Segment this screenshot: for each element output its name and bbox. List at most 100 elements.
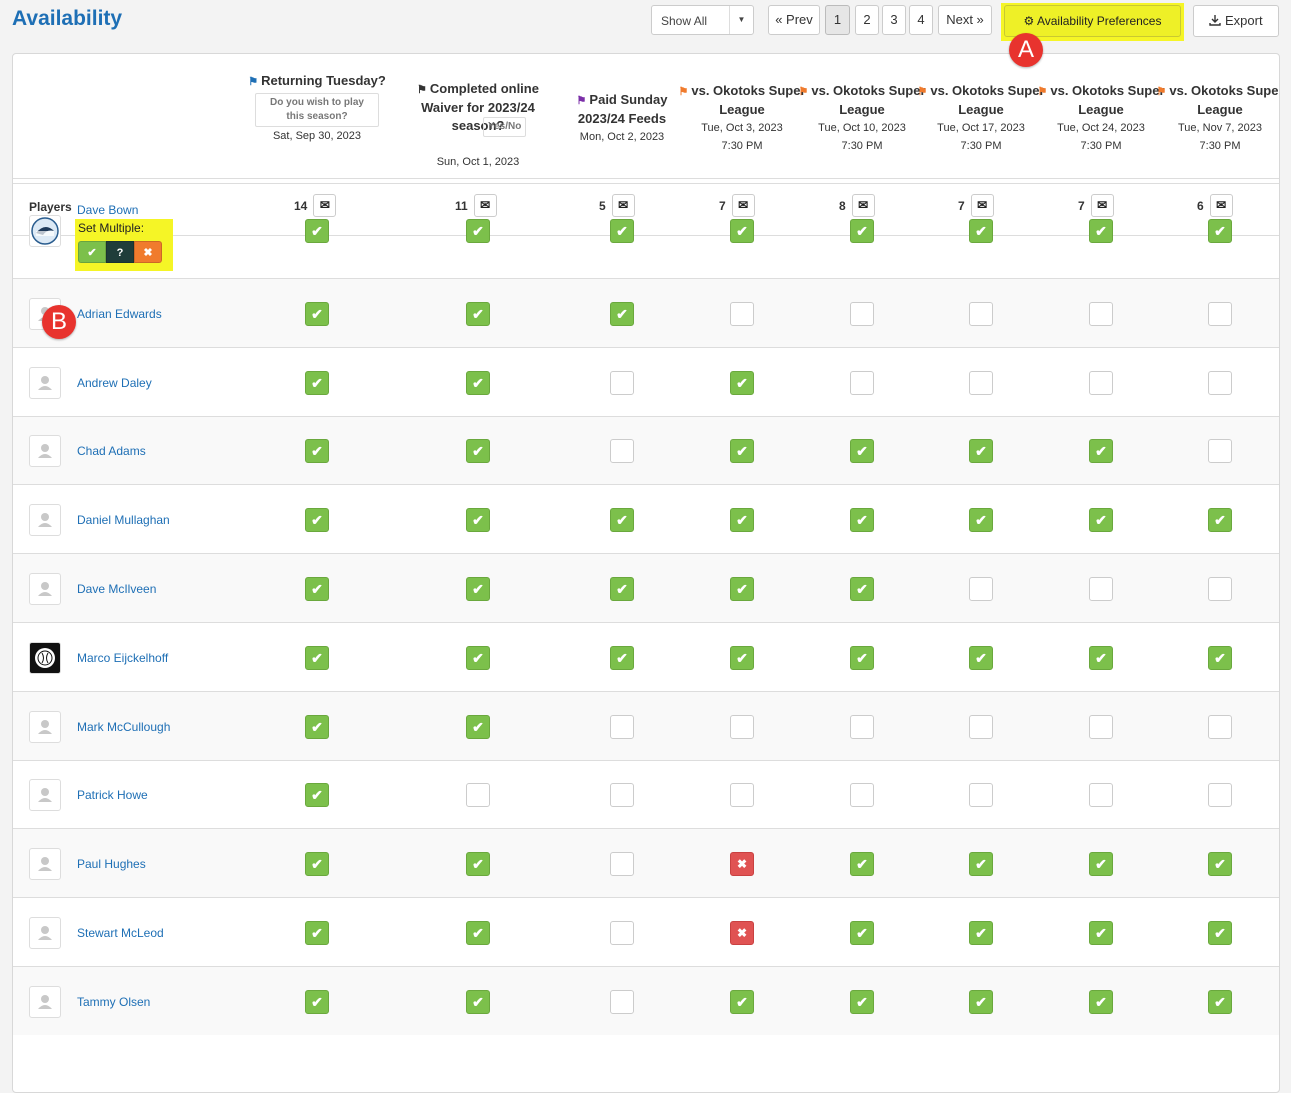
availability-checkbox-empty[interactable] <box>1208 577 1232 601</box>
availability-checkbox-checked[interactable]: ✔ <box>730 508 754 532</box>
availability-checkbox-checked[interactable]: ✔ <box>1089 439 1113 463</box>
availability-checkbox-checked[interactable]: ✔ <box>969 219 993 243</box>
player-name-link[interactable]: Paul Hughes <box>77 857 146 871</box>
availability-checkbox-checked[interactable]: ✔ <box>305 990 329 1014</box>
availability-checkbox-empty[interactable] <box>1208 439 1232 463</box>
availability-checkbox-checked[interactable]: ✔ <box>730 577 754 601</box>
availability-checkbox-checked[interactable]: ✔ <box>305 646 329 670</box>
availability-checkbox-empty[interactable] <box>1208 371 1232 395</box>
prev-page-button[interactable]: « Prev <box>768 5 820 35</box>
availability-checkbox-empty[interactable] <box>850 302 874 326</box>
availability-checkbox-empty[interactable] <box>1208 302 1232 326</box>
availability-checkbox-checked[interactable]: ✔ <box>610 646 634 670</box>
availability-preferences-button[interactable]: ⚙ Availability Preferences <box>1004 5 1181 37</box>
availability-checkbox-empty[interactable] <box>1089 715 1113 739</box>
availability-checkbox-checked[interactable]: ✔ <box>305 852 329 876</box>
player-name-link[interactable]: Marco Eijckelhoff <box>77 651 168 665</box>
availability-checkbox-checked[interactable]: ✔ <box>466 371 490 395</box>
availability-checkbox-checked[interactable]: ✔ <box>305 783 329 807</box>
availability-checkbox-empty[interactable] <box>969 715 993 739</box>
player-name-link[interactable]: Andrew Daley <box>77 376 152 390</box>
availability-checkbox-empty[interactable] <box>850 371 874 395</box>
availability-checkbox-empty[interactable] <box>1089 371 1113 395</box>
player-name-link[interactable]: Tammy Olsen <box>77 995 150 1009</box>
next-page-button[interactable]: Next » <box>938 5 992 35</box>
availability-checkbox-checked[interactable]: ✔ <box>850 646 874 670</box>
availability-checkbox-empty[interactable] <box>1089 577 1113 601</box>
availability-checkbox-checked[interactable]: ✔ <box>466 508 490 532</box>
availability-checkbox-checked[interactable]: ✔ <box>466 577 490 601</box>
availability-checkbox-checked[interactable]: ✔ <box>466 715 490 739</box>
availability-checkbox-empty[interactable] <box>969 577 993 601</box>
availability-checkbox-checked[interactable]: ✔ <box>466 921 490 945</box>
availability-checkbox-checked[interactable]: ✔ <box>1208 508 1232 532</box>
availability-checkbox-empty[interactable] <box>1208 715 1232 739</box>
availability-checkbox-checked[interactable]: ✔ <box>850 508 874 532</box>
availability-checkbox-checked[interactable]: ✔ <box>850 852 874 876</box>
availability-checkbox-checked[interactable]: ✔ <box>305 921 329 945</box>
player-name-link[interactable]: Stewart McLeod <box>77 926 164 940</box>
availability-checkbox-empty[interactable] <box>730 715 754 739</box>
availability-checkbox-checked[interactable]: ✔ <box>850 921 874 945</box>
player-name-link[interactable]: Patrick Howe <box>77 788 148 802</box>
availability-checkbox-checked[interactable]: ✔ <box>1208 646 1232 670</box>
availability-checkbox-checked[interactable]: ✔ <box>1208 852 1232 876</box>
availability-checkbox-empty[interactable] <box>730 783 754 807</box>
availability-checkbox-checked[interactable]: ✔ <box>969 852 993 876</box>
availability-checkbox-checked[interactable]: ✔ <box>969 921 993 945</box>
availability-checkbox-checked[interactable]: ✔ <box>466 852 490 876</box>
availability-checkbox-empty[interactable] <box>466 783 490 807</box>
availability-checkbox-checked[interactable]: ✔ <box>466 646 490 670</box>
availability-checkbox-checked[interactable]: ✔ <box>466 990 490 1014</box>
availability-checkbox-checked[interactable]: ✔ <box>969 646 993 670</box>
player-name-link[interactable]: Dave Bown <box>77 203 138 217</box>
availability-checkbox-checked[interactable]: ✔ <box>610 577 634 601</box>
availability-checkbox-checked[interactable]: ✔ <box>1089 990 1113 1014</box>
availability-checkbox-empty[interactable] <box>610 990 634 1014</box>
availability-checkbox-empty[interactable] <box>850 715 874 739</box>
availability-checkbox-checked[interactable]: ✔ <box>969 990 993 1014</box>
player-name-link[interactable]: Mark McCullough <box>77 720 170 734</box>
availability-checkbox-empty[interactable] <box>610 783 634 807</box>
availability-checkbox-checked[interactable]: ✔ <box>1089 646 1113 670</box>
filter-select[interactable]: Show All ▼ <box>651 5 754 35</box>
availability-checkbox-checked[interactable]: ✔ <box>1208 219 1232 243</box>
availability-checkbox-checked[interactable]: ✔ <box>466 439 490 463</box>
availability-checkbox-empty[interactable] <box>969 302 993 326</box>
availability-checkbox-checked[interactable]: ✔ <box>305 508 329 532</box>
availability-checkbox-checked[interactable]: ✔ <box>1089 219 1113 243</box>
availability-checkbox-checked[interactable]: ✔ <box>1208 990 1232 1014</box>
player-name-link[interactable]: Adrian Edwards <box>77 307 162 321</box>
availability-checkbox-checked[interactable]: ✔ <box>730 439 754 463</box>
availability-checkbox-checked[interactable]: ✔ <box>466 302 490 326</box>
availability-checkbox-checked[interactable]: ✔ <box>850 577 874 601</box>
availability-checkbox-empty[interactable] <box>610 715 634 739</box>
availability-checkbox-declined[interactable]: ✖ <box>730 852 754 876</box>
player-name-link[interactable]: Dave McIlveen <box>77 582 156 596</box>
set-all-available-button[interactable]: ✔ <box>78 241 106 263</box>
availability-checkbox-checked[interactable]: ✔ <box>610 219 634 243</box>
availability-checkbox-checked[interactable]: ✔ <box>305 219 329 243</box>
availability-checkbox-checked[interactable]: ✔ <box>730 371 754 395</box>
availability-checkbox-empty[interactable] <box>610 921 634 945</box>
player-name-link[interactable]: Daniel Mullaghan <box>77 513 170 527</box>
player-name-link[interactable]: Chad Adams <box>77 444 146 458</box>
availability-checkbox-checked[interactable]: ✔ <box>730 219 754 243</box>
availability-checkbox-checked[interactable]: ✔ <box>305 577 329 601</box>
availability-checkbox-checked[interactable]: ✔ <box>969 508 993 532</box>
availability-checkbox-empty[interactable] <box>1208 783 1232 807</box>
set-all-maybe-button[interactable]: ? <box>106 241 134 263</box>
availability-checkbox-empty[interactable] <box>969 783 993 807</box>
availability-checkbox-declined[interactable]: ✖ <box>730 921 754 945</box>
availability-checkbox-checked[interactable]: ✔ <box>1208 921 1232 945</box>
availability-checkbox-empty[interactable] <box>610 852 634 876</box>
availability-checkbox-empty[interactable] <box>969 371 993 395</box>
set-all-unavailable-button[interactable]: ✖ <box>134 241 162 263</box>
page-1-button[interactable]: 1 <box>825 5 850 35</box>
availability-checkbox-checked[interactable]: ✔ <box>1089 852 1113 876</box>
availability-checkbox-empty[interactable] <box>730 302 754 326</box>
availability-checkbox-empty[interactable] <box>610 371 634 395</box>
availability-checkbox-empty[interactable] <box>1089 302 1113 326</box>
availability-checkbox-checked[interactable]: ✔ <box>305 302 329 326</box>
page-3-button[interactable]: 3 <box>882 5 906 35</box>
